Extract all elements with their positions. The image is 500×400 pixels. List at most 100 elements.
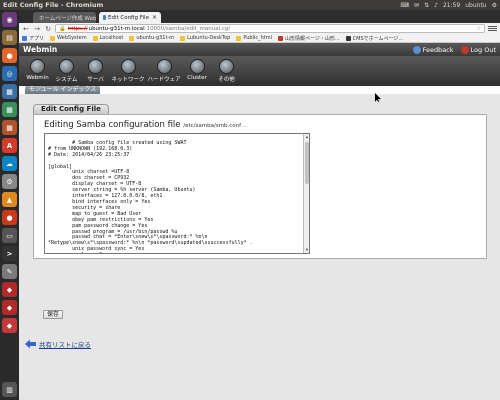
hardware-icon [156,59,172,74]
servers-icon [88,59,103,74]
settings-icon[interactable]: ⚙ [2,174,17,189]
logout-button[interactable]: Log Out [460,45,496,54]
bookmark-label: ubuntu-g31t-m [136,35,175,41]
user-name[interactable]: ubuntu [465,2,486,9]
vlc-icon[interactable]: ▲ [2,192,17,207]
tab-homepage[interactable]: ホームページ作成 Webサ × [33,12,96,23]
folder-icon [50,35,56,41]
scroll-thumb[interactable] [305,142,309,184]
back-arrow-icon[interactable]: ← [22,25,30,33]
back-link-label: 共有リストに戻る [39,341,91,349]
network-icon[interactable]: ⇅ [424,2,429,9]
calc-icon[interactable]: ▦ [2,102,17,117]
cloud-icon[interactable]: ☁ [2,156,17,171]
bookmark-label: Lubuntu-DeskTop [187,35,231,41]
panel-title: Editing Samba configuration file /etc/sa… [44,120,246,130]
tab-favicon [103,15,106,20]
category-others[interactable]: その他 [212,56,241,83]
return-to-share-list-link[interactable]: 共有リストに戻る [25,339,91,349]
app-red-3-icon[interactable]: ◆ [2,318,17,333]
bookmark-localhost[interactable]: Localhost [92,35,124,41]
folder-icon [180,35,186,41]
webmin-brand: Webmin [23,45,58,54]
webmin-icon [30,59,45,74]
bookmark-apps[interactable]: アプリ [22,35,44,42]
textarea-scrollbar[interactable]: ▲ ▼ [303,134,309,253]
writer-icon[interactable]: ▦ [2,84,17,99]
scroll-down-icon[interactable]: ▼ [304,247,309,253]
webmin-header: Webmin Feedback Log Out [19,43,500,56]
bookmark-label: 山形情報ページ・山形... [285,35,340,42]
folder-icon [129,35,135,41]
power-icon[interactable]: ⚙ [492,2,497,9]
browser-toolbar: ← → ↻ 🔒 https:// ubuntu-g31t-m.local :10… [19,23,500,34]
bookmark-websystem[interactable]: WebSystem [50,35,87,41]
network-icon [120,59,136,74]
firefox-icon[interactable]: ● [2,48,17,63]
disk-icon[interactable]: ▭ [2,228,17,243]
volume-icon[interactable]: ♪ [434,2,438,9]
category-label: ハードウェア [147,77,181,83]
site-icon [278,35,283,41]
app-icon[interactable]: ● [2,210,17,225]
category-label: サーバ [87,77,104,83]
mail-icon[interactable]: ✉ [414,2,419,9]
keyboard-icon[interactable]: ⌨ [400,2,409,9]
tab-label: Edit Config File [107,14,149,21]
config-textarea[interactable]: # Samba config file created using SWAT #… [44,133,310,254]
edit-config-tab[interactable]: Edit Config File [33,104,109,114]
chromium-icon[interactable]: ◎ [2,66,17,81]
text-editor-icon[interactable]: ✎ [2,264,17,279]
category-cluster[interactable]: Cluster [182,56,212,81]
terminal-icon[interactable]: > [2,246,17,261]
scroll-up-icon[interactable]: ▲ [304,134,309,140]
dash-icon[interactable]: ◉ [2,12,17,27]
tab-edit-config[interactable]: Edit Config File × [99,12,161,23]
category-webmin[interactable]: Webmin [23,56,52,81]
system-tray: ⌨ ✉ ⇅ ♪ 21:59 ubuntu ⚙ [400,2,497,9]
menu-icon[interactable] [488,26,497,31]
logout-label: Log Out [470,45,496,54]
cluster-icon [189,59,205,74]
bookmark-ubuntu-g31t-m[interactable]: ubuntu-g31t-m [129,35,174,41]
bookmark-yamagata[interactable]: 山形情報ページ・山形... [278,35,340,42]
category-label: Cluster [187,75,207,81]
category-label: その他 [218,77,235,83]
trash-icon[interactable]: ▥ [2,382,17,397]
save-button[interactable]: 保存 [43,310,64,319]
site-icon [345,35,351,41]
bookmark-star-icon[interactable]: ☆ [476,26,481,32]
bookmark-cms[interactable]: CMSでホームページ... [345,35,403,42]
impress-icon[interactable]: ▦ [2,120,17,135]
url-path: :10000/samba/edit_manual.cgi [144,25,230,32]
reload-icon[interactable]: ↻ [44,25,52,33]
bookmark-lubuntu-desktop[interactable]: Lubuntu-DeskTop [180,35,230,41]
system-icon [59,59,74,74]
address-bar[interactable]: 🔒 https:// ubuntu-g31t-m.local :10000/sa… [55,24,485,33]
url-host: ubuntu-g31t-m.local [88,25,145,32]
clock[interactable]: 21:59 [443,2,460,9]
feedback-label: Feedback [422,45,454,54]
app-red-icon[interactable]: ◆ [2,282,17,297]
files-icon[interactable]: ▤ [2,30,17,45]
category-label: ネットワーク [111,77,145,83]
edit-panel: Editing Samba configuration file /etc/sa… [33,114,487,259]
software-center-icon[interactable]: A [2,138,17,153]
forward-arrow-icon[interactable]: → [33,25,41,33]
url-scheme: https:// [67,25,88,32]
category-servers[interactable]: サーバ [81,56,110,83]
close-tab-icon[interactable]: × [149,14,157,21]
logout-icon [460,45,469,54]
feedback-button[interactable]: Feedback [412,45,454,54]
category-network[interactable]: ネットワーク [110,56,146,83]
category-hardware[interactable]: ハードウェア [146,56,182,83]
bookmarks-bar: アプリ WebSystem Localhost ubuntu-g31t-m Lu… [19,34,500,43]
app-red-2-icon[interactable]: ◆ [2,300,17,315]
bookmark-public-html[interactable]: Public_html [236,35,272,41]
feedback-icon [412,45,421,54]
bookmark-label: Localhost [99,35,124,41]
category-system[interactable]: システム [52,56,81,83]
tab-label: ホームページ作成 Webサ [39,15,96,22]
content-area: Edit Config File Editing Samba configura… [19,94,500,400]
module-index-link[interactable]: モジュール インデックス [25,86,101,94]
